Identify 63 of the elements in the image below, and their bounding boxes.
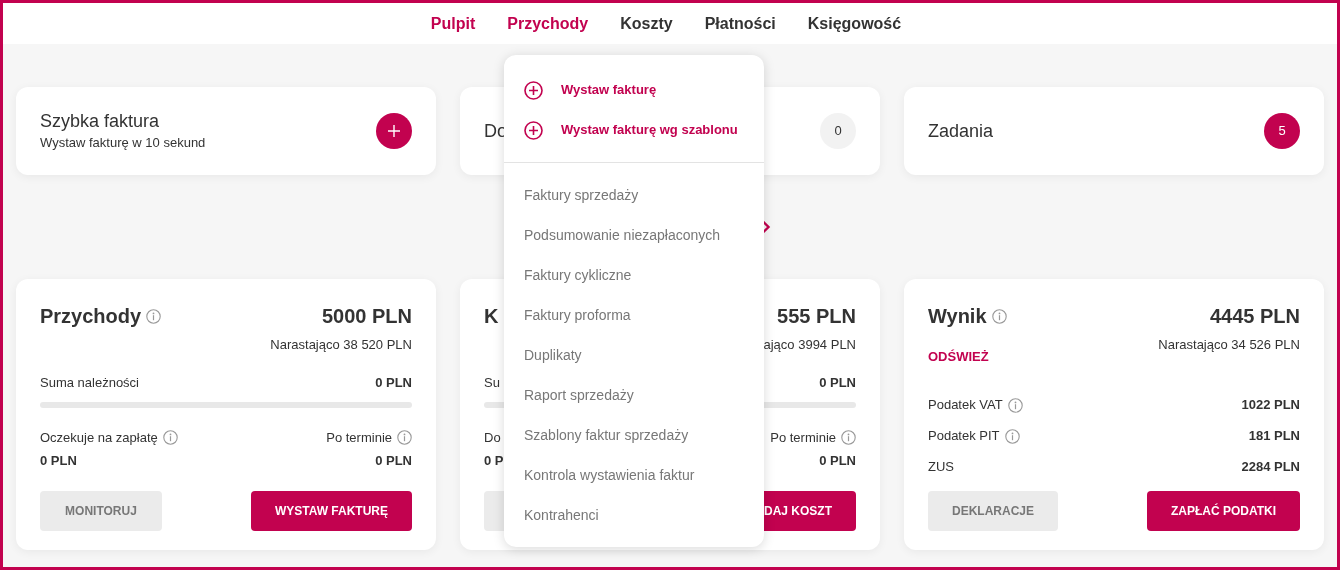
plus-circle-icon [524,80,543,100]
field-value: 0 PLN [375,373,412,392]
info-icon[interactable] [146,308,162,324]
menu-item[interactable]: Faktury proforma [504,295,764,335]
nav-link[interactable]: Koszty [620,11,673,36]
plus-circle-icon [524,120,543,140]
menu-item[interactable]: Duplikaty [504,335,764,375]
card-title: Zadania [928,120,994,143]
menu-item[interactable]: Raport sprzedaży [504,375,764,415]
menu-item[interactable]: Wystaw fakturę wg szablonu [504,110,764,150]
info-icon[interactable] [162,430,178,446]
field-value: 1022 PLN [1241,396,1300,415]
count-badge: 0 [820,113,856,149]
refresh-link[interactable]: ODŚWIEŻ [928,347,989,367]
card-title: Szybka faktura [40,110,161,133]
field-label: Podatek VAT [928,396,1003,415]
field-value: 0 PLN [40,451,77,470]
field-value: 0 P [484,451,504,470]
info-icon[interactable] [991,308,1007,324]
cumulative-total: Narastająco 38 520 PLN [270,336,412,354]
primary-button[interactable]: ZAPŁAĆ PODATKI [1146,491,1300,531]
menu-item[interactable]: Szablony faktur sprzedaży [504,415,764,455]
nav-link[interactable]: Przychody [507,11,589,36]
amount-value: 5000 PLN [321,304,412,329]
plus-icon [387,124,401,138]
chevron-right-icon[interactable] [761,220,771,234]
card-title: Wynik [928,304,987,329]
field-label: Po terminie [326,429,392,447]
card-title: K [484,304,499,329]
field-label: Su [484,373,500,392]
menu-item[interactable]: Wystaw fakturę [504,70,764,110]
field-label: Po terminie [770,429,836,447]
cumulative-total: ająco 3994 PLN [763,336,856,354]
menu-item[interactable]: Faktury cykliczne [504,255,764,295]
field-value: 2284 PLN [1241,458,1300,477]
info-icon[interactable] [1007,397,1023,413]
secondary-button[interactable]: DEKLARACJE [928,491,1058,531]
menu-item[interactable]: Podsumowanie niezapłaconych [504,215,764,255]
field-value: 0 PLN [819,373,856,392]
field-value: 181 PLN [1248,427,1300,446]
field-label: Suma należności [40,373,139,392]
secondary-button[interactable]: MONITORUJ [40,491,162,531]
card-title: Przychody [40,304,142,329]
field-label: ZUS [928,458,954,477]
field-label: Do [484,429,501,447]
field-label: Oczekuje na zapłatę [40,429,158,447]
field-label: Podatek PIT [928,427,1000,446]
info-icon[interactable] [841,430,856,446]
amount-value: 4445 PLN [1209,304,1300,329]
info-icon[interactable] [1004,428,1020,444]
field-value: 0 PLN [375,451,412,470]
menu-item[interactable]: Faktury sprzedaży [504,175,764,215]
card-subtitle: Wystaw fakturę w 10 sekund [40,134,206,152]
nav-link[interactable]: Pulpit [430,11,476,36]
info-icon[interactable] [397,430,412,446]
field-value: 0 PLN [819,451,856,470]
count-badge: 5 [1264,113,1300,149]
amount-value: 555 PLN [777,304,856,329]
primary-button[interactable]: WYSTAW FAKTURĘ [250,491,412,531]
cumulative-total: Narastająco 34 526 PLN [1158,336,1300,354]
nav-link[interactable]: Księgowość [807,11,902,36]
add-button[interactable] [376,113,412,149]
nav-link[interactable]: Płatności [704,11,776,36]
